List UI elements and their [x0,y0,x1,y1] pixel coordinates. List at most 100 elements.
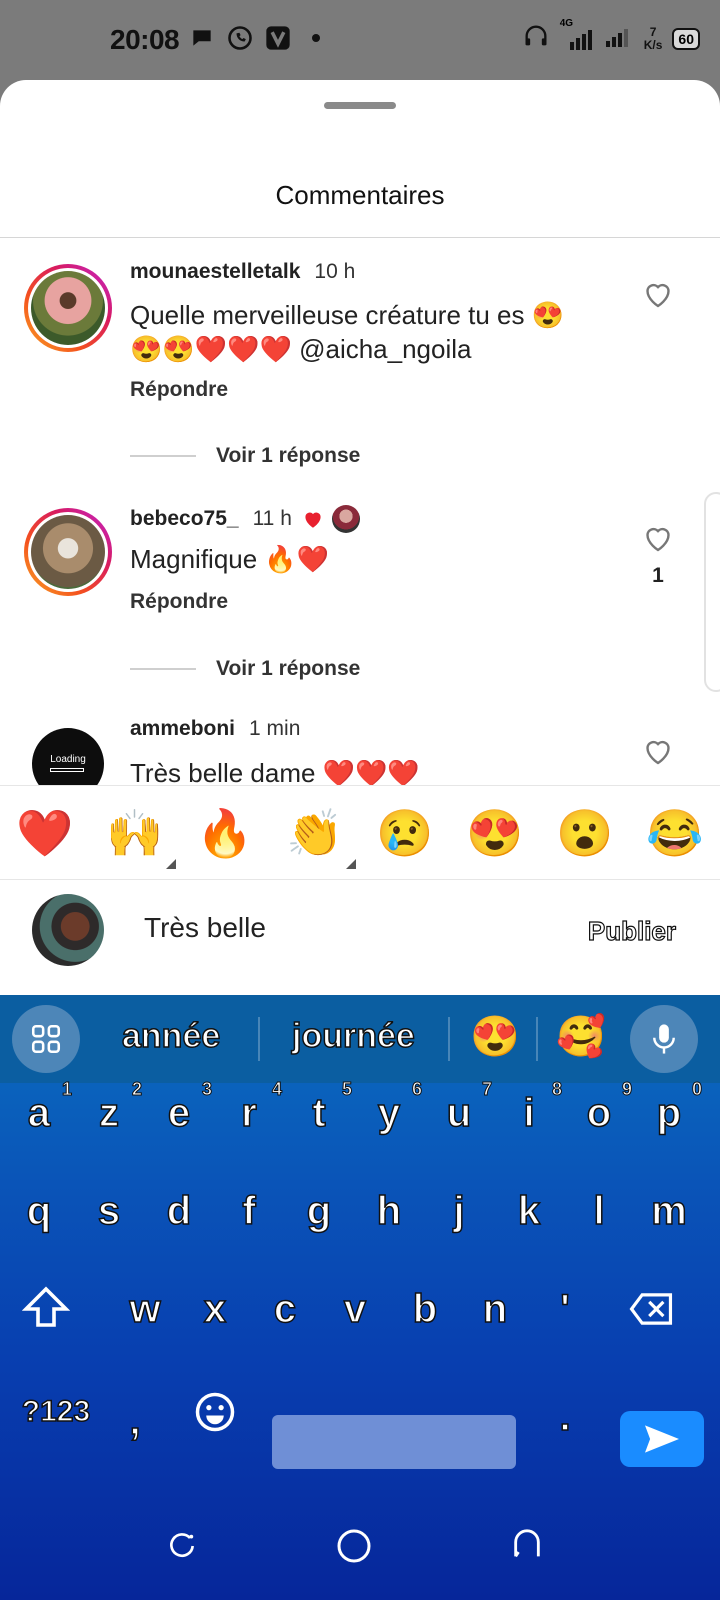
symbols-key[interactable]: ?123 [20,1394,92,1429]
like-count: 1 [652,564,664,587]
username-text[interactable]: bebeco75_ [130,507,239,531]
key-v[interactable]: v [320,1286,390,1332]
reaction-heart[interactable]: ❤️ [10,803,80,863]
key-z[interactable]: z2 [74,1079,144,1136]
backspace-icon [629,1293,673,1325]
author-avatar-mini [331,505,360,533]
heart-like-icon[interactable] [640,276,676,312]
comments-sheet: Commentaires mounaestelletalk 10 h Quelle… [0,80,720,995]
status-bar: 20:08 4G 7 K/s 60 [0,0,720,80]
comment-username[interactable]: mounaestelletalk 10 h [130,260,355,284]
key-letter: o [586,1090,612,1136]
key-a[interactable]: a1 [4,1079,74,1136]
key-f[interactable]: f [214,1188,284,1234]
comment-username[interactable]: bebeco75_ 11 h [130,505,360,533]
key-s[interactable]: s [74,1188,144,1234]
space-bar[interactable] [272,1415,516,1469]
recent-apps-icon[interactable] [166,1530,198,1562]
suggestion-emoji[interactable]: 🥰 [556,1013,606,1060]
comment-username[interactable]: ammeboni 1 min [130,717,300,741]
reaction-laughing[interactable]: 😂 [640,803,710,863]
publish-button[interactable]: Publier [587,915,676,947]
key-number-hint: 9 [621,1079,632,1100]
key-c[interactable]: c [250,1286,320,1332]
key-h[interactable]: h [354,1188,424,1234]
username-text[interactable]: ammeboni [130,717,235,740]
reaction-crying[interactable]: 😢 [370,803,440,863]
side-edge-panel[interactable] [704,492,720,692]
key-n[interactable]: n [460,1286,530,1332]
username-text[interactable]: mounaestelletalk [130,260,300,283]
reply-button[interactable]: Répondre [130,378,228,402]
network-type: 4G [559,17,574,29]
signal-icon [604,23,634,54]
reaction-raised-hands[interactable]: 🙌 [100,803,176,869]
drag-handle[interactable] [324,102,396,109]
reaction-fire[interactable]: 🔥 [190,803,260,863]
header-divider [0,237,720,238]
comma-key[interactable]: , [110,1398,160,1444]
avatar[interactable] [24,264,112,352]
key-q[interactable]: q [4,1188,74,1234]
view-replies-button[interactable]: Voir 1 réponse [130,657,360,681]
microphone-icon [653,1024,675,1054]
apps-grid-button[interactable] [12,1005,80,1073]
emoji-key[interactable] [194,1391,236,1438]
reply-button[interactable]: Répondre [130,590,228,614]
heart-like-icon[interactable] [640,520,676,556]
key-y[interactable]: y6 [354,1079,424,1136]
view-replies-button[interactable]: Voir 1 réponse [130,444,360,468]
avatar[interactable] [24,508,112,596]
key-letter: z [98,1090,120,1136]
key-k[interactable]: k [494,1188,564,1234]
key-number-hint: 3 [201,1079,212,1100]
key-j[interactable]: j [424,1188,494,1234]
key-letter: u [446,1090,472,1136]
key-number-hint: 0 [691,1079,702,1100]
back-arch-icon[interactable] [510,1528,544,1562]
key-g[interactable]: g [284,1188,354,1234]
backspace-key[interactable] [628,1291,698,1332]
home-circle-icon[interactable] [336,1528,372,1564]
suggestion-separator [536,1017,538,1061]
replies-line [130,455,196,457]
suggestion-bar: année journée 😍 🥰 [0,995,720,1083]
reaction-clap[interactable]: 👏 [280,803,356,869]
key-d[interactable]: d [144,1188,214,1234]
comment-time: 11 h [252,507,292,530]
key-letter: a [27,1090,51,1136]
shift-arrow-icon [21,1286,71,1327]
key-u[interactable]: u7 [424,1079,494,1136]
variant-corner-icon [166,858,176,869]
voice-input-button[interactable] [630,1005,698,1073]
key-b[interactable]: b [390,1286,460,1332]
send-key[interactable] [620,1411,704,1467]
key-letter: t [312,1090,327,1136]
comment-input[interactable]: Très belle [144,912,266,944]
key-x[interactable]: x [180,1286,250,1332]
key-apostrophe[interactable]: ' [530,1286,600,1332]
grid-icon [31,1024,61,1054]
key-r[interactable]: r4 [214,1079,284,1136]
key-o[interactable]: o9 [564,1079,634,1136]
notification-icons [188,24,330,52]
period-key[interactable]: . [540,1394,590,1440]
key-e[interactable]: e3 [144,1079,214,1136]
key-l[interactable]: l [564,1188,634,1234]
suggestion-word[interactable]: journée [291,1016,415,1056]
key-letter: p [656,1090,682,1136]
vpn-v-icon [264,24,292,52]
key-p[interactable]: p0 [634,1079,704,1136]
key-i[interactable]: i8 [494,1079,564,1136]
key-number-hint: 8 [551,1079,562,1100]
shift-key[interactable] [21,1285,92,1334]
heart-like-icon[interactable] [640,733,676,769]
reaction-heart-eyes[interactable]: 😍 [460,803,530,863]
key-m[interactable]: m [634,1188,704,1234]
key-letter: r [240,1090,257,1136]
key-w[interactable]: w [110,1286,180,1332]
suggestion-emoji[interactable]: 😍 [470,1013,520,1060]
reaction-surprised[interactable]: 😮 [550,803,620,863]
key-t[interactable]: t5 [284,1079,354,1136]
suggestion-word[interactable]: année [121,1016,221,1056]
